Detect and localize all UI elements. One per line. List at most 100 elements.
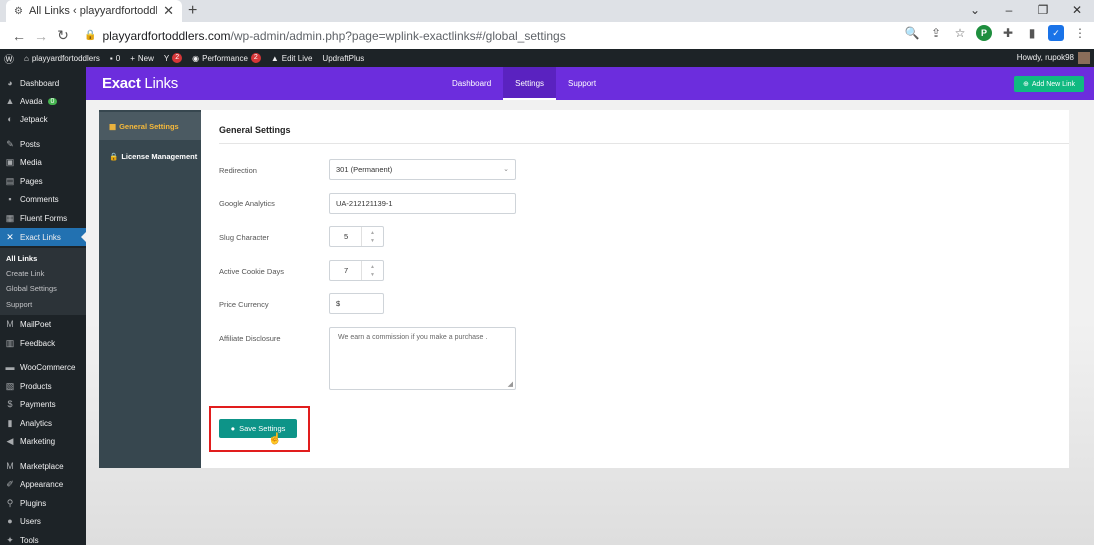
site-name-link[interactable]: ⌂ playyardfortoddlers xyxy=(24,54,100,63)
comments-link[interactable]: ▪ 0 xyxy=(110,54,120,63)
back-icon[interactable]: ← xyxy=(8,28,30,44)
sidebar-item-marketing[interactable]: ◀ Marketing xyxy=(0,432,86,450)
save-icon: ● xyxy=(230,424,236,433)
sidebar-item-dashboard[interactable]: ◕ Dashboard xyxy=(0,74,86,92)
browser-tab[interactable]: ⚙ All Links ‹ playyardfortoddlers — ✕ xyxy=(6,0,182,22)
wordpress-logo-icon[interactable]: Ⓦ xyxy=(4,51,14,66)
menu-dots-icon[interactable]: ⋮ xyxy=(1072,25,1088,41)
new-content-link[interactable]: + New xyxy=(130,54,154,63)
sidebar-item-exact-links[interactable]: ✕ Exact Links xyxy=(0,228,86,246)
stepper-arrows-icon[interactable]: ▲ ▼ xyxy=(361,227,383,246)
resize-handle-icon[interactable]: ◢ xyxy=(508,380,513,388)
submenu-create-link[interactable]: Create Link xyxy=(6,269,44,278)
window-controls: ⌄ – ❐ ✕ xyxy=(958,0,1094,22)
sidebar-item-pages[interactable]: ▤ Pages xyxy=(0,172,86,190)
browser-toolbar: 🔍 ⇪ ☆ P ✚ ▮ ✓ ⋮ xyxy=(904,25,1088,41)
feedback-icon: ▥ xyxy=(5,337,15,348)
sidebar-item-plugins[interactable]: ⚲ Plugins xyxy=(0,494,86,512)
close-window-icon[interactable]: ✕ xyxy=(1060,0,1094,22)
google-analytics-input[interactable]: UA-212121139-1 xyxy=(329,193,516,214)
user-account-menu[interactable]: Howdy, rupok98 xyxy=(1017,49,1090,67)
pages-icon: ▤ xyxy=(5,175,15,186)
redirection-label: Redirection xyxy=(219,166,257,175)
redirection-select[interactable]: 301 (Permanent) ⌄ xyxy=(329,159,516,180)
add-new-link-button[interactable]: ⊕ Add New Link xyxy=(1014,76,1084,92)
media-icon: ▣ xyxy=(5,156,15,167)
wordpress-favicon-icon: ⚙ xyxy=(14,5,23,17)
extensions-puzzle-icon[interactable]: ✚ xyxy=(1000,25,1016,41)
divider xyxy=(219,143,1069,144)
slug-character-stepper[interactable]: 5 ▲ ▼ xyxy=(329,226,384,247)
sidebar-item-media[interactable]: ▣ Media xyxy=(0,153,86,171)
plus-circle-icon: ⊕ xyxy=(1022,81,1029,88)
forward-icon[interactable]: → xyxy=(30,28,52,44)
page-title: General Settings xyxy=(219,125,291,135)
affiliate-disclosure-label: Affiliate Disclosure xyxy=(219,334,281,343)
sidebar-item-products[interactable]: ▧ Products xyxy=(0,377,86,395)
sidebar-item-mailpoet[interactable]: M MailPoet xyxy=(0,315,86,333)
submenu-support[interactable]: Support xyxy=(6,300,32,309)
tab-support[interactable]: Support xyxy=(556,67,608,100)
submenu-global-settings[interactable]: Global Settings xyxy=(6,284,57,293)
yoast-icon: Y xyxy=(163,53,170,63)
performance-icon: ◉ xyxy=(192,53,200,63)
nav-license-management[interactable]: 🔒 License Management xyxy=(99,142,201,170)
hand-cursor-icon: ☝ xyxy=(268,433,282,445)
reload-icon[interactable]: ↻ xyxy=(52,27,74,44)
dashboard-icon: ◕ xyxy=(7,78,13,88)
sidebar-item-comments[interactable]: ▪ Comments xyxy=(0,190,86,208)
bookmark-star-icon[interactable]: ☆ xyxy=(952,25,968,41)
stepper-arrows-icon[interactable]: ▲ ▼ xyxy=(361,261,383,280)
sidebar-item-fluent-forms[interactable]: ▦ Fluent Forms xyxy=(0,209,86,227)
nav-general-settings[interactable]: ▦ General Settings xyxy=(99,112,201,140)
analytics-icon: ▮ xyxy=(7,417,13,428)
url-field[interactable]: 🔒 playyardfortoddlers.com/wp-admin/admin… xyxy=(84,25,894,46)
affiliate-disclosure-textarea[interactable]: We earn a commission if you make a purch… xyxy=(329,327,516,390)
lock-icon: 🔒 xyxy=(84,30,97,41)
sidebar-item-posts[interactable]: ✎ Posts xyxy=(0,135,86,153)
comment-icon: ▪ xyxy=(109,53,113,63)
settings-nav: ▦ General Settings 🔒 License Management xyxy=(99,110,201,468)
extension-green-icon[interactable]: P xyxy=(976,25,992,41)
minimize-icon[interactable]: – xyxy=(992,0,1026,22)
sidebar-item-users[interactable]: ● Users xyxy=(0,512,86,530)
cookie-days-stepper[interactable]: 7 ▲ ▼ xyxy=(329,260,384,281)
sidebar-item-woocommerce[interactable]: ▬ WooCommerce xyxy=(0,358,86,376)
sidebar-item-marketplace[interactable]: M Marketplace xyxy=(0,457,86,475)
sidebar-item-payments[interactable]: $ Payments xyxy=(0,395,86,413)
address-bar: ← → ↻ 🔒 playyardfortoddlers.com/wp-admin… xyxy=(0,22,1094,49)
price-currency-input[interactable]: $ xyxy=(329,293,384,314)
close-tab-icon[interactable]: ✕ xyxy=(163,3,174,19)
marketing-icon: ◀ xyxy=(6,435,14,446)
performance-link[interactable]: ◉ Performance 2 xyxy=(192,53,261,63)
plugin-tabs: Dashboard Settings Support xyxy=(440,67,608,100)
sidebar-item-feedback[interactable]: ▥ Feedback xyxy=(0,334,86,352)
sidebar-item-avada[interactable]: ▲ Avada 0 xyxy=(0,92,86,110)
submenu-all-links[interactable]: All Links xyxy=(6,254,37,263)
yoast-link[interactable]: Y2 xyxy=(163,53,183,63)
avada-icon: ▲ xyxy=(5,96,15,106)
side-panel-icon[interactable]: ▮ xyxy=(1024,25,1040,41)
sidebar-item-analytics[interactable]: ▮ Analytics xyxy=(0,414,86,432)
wp-admin-bar: Ⓦ ⌂ playyardfortoddlers ▪ 0 + New Y2 ◉ Perfo… xyxy=(0,49,1094,67)
sidebar-item-appearance[interactable]: ✐ Appearance xyxy=(0,475,86,493)
edit-live-link[interactable]: ▲ Edit Live xyxy=(271,54,313,63)
save-settings-button[interactable]: ● Save Settings xyxy=(219,419,297,438)
restore-icon[interactable]: ❐ xyxy=(1026,0,1060,22)
tab-search-icon[interactable]: ⌄ xyxy=(958,0,992,22)
sidebar-item-tools[interactable]: ✦ Tools xyxy=(0,531,86,545)
new-tab-icon[interactable]: + xyxy=(188,2,197,20)
zoom-icon[interactable]: 🔍 xyxy=(904,25,920,41)
general-settings-panel: General Settings Redirection 301 (Perman… xyxy=(201,110,1069,468)
tab-settings[interactable]: Settings xyxy=(503,67,557,100)
sidebar-item-jetpack[interactable]: ◐ Jetpack xyxy=(0,110,86,128)
lock-icon: 🔒 xyxy=(109,151,119,161)
mailpoet-icon: M xyxy=(6,319,14,329)
url-path: /wp-admin/admin.php?page=wplink-exactlin… xyxy=(230,28,566,43)
content-area: ▦ General Settings 🔒 License Management Ge… xyxy=(86,100,1094,545)
tab-dashboard[interactable]: Dashboard xyxy=(440,67,503,100)
forms-icon: ▦ xyxy=(5,212,15,223)
share-icon[interactable]: ⇪ xyxy=(928,25,944,41)
updraftplus-link[interactable]: UpdraftPlus xyxy=(322,54,364,63)
shield-extension-icon[interactable]: ✓ xyxy=(1048,25,1064,41)
